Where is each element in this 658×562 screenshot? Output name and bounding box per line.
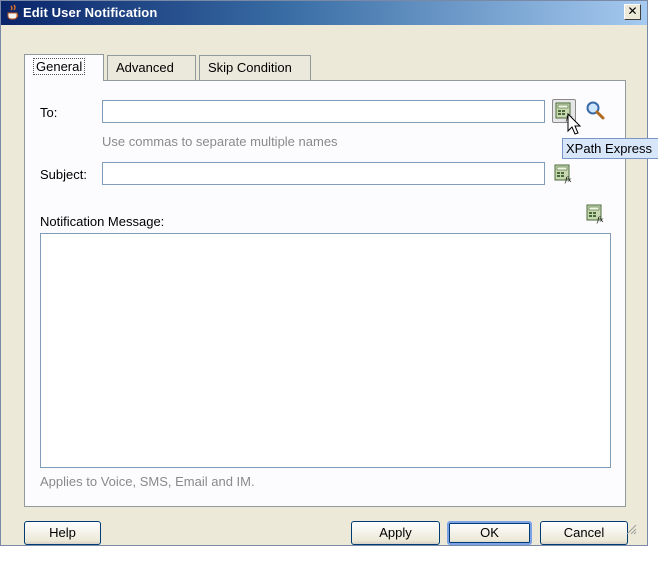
xpath-expression-icon: fx xyxy=(554,164,572,184)
dialog-title: Edit User Notification xyxy=(23,5,158,20)
notification-message-label: Notification Message: xyxy=(40,214,165,229)
to-search-button[interactable] xyxy=(584,99,608,123)
mouse-pointer-icon xyxy=(567,113,582,135)
resize-grip-icon[interactable] xyxy=(625,523,637,535)
edit-user-notification-dialog: Edit User Notification ✕ General Advance… xyxy=(0,0,658,546)
magnifier-icon xyxy=(586,101,605,120)
message-xpath-button[interactable]: fx xyxy=(584,202,608,226)
apply-button-label: Apply xyxy=(379,525,412,540)
svg-text:fx: fx xyxy=(564,176,572,184)
java-coffee-icon xyxy=(7,4,19,20)
subject-input[interactable] xyxy=(102,162,545,185)
help-button[interactable]: Help xyxy=(24,521,101,545)
subject-xpath-button[interactable]: fx xyxy=(552,162,576,186)
tab-skip-condition[interactable]: Skip Condition xyxy=(199,55,311,80)
close-button[interactable]: ✕ xyxy=(624,4,641,20)
to-hint: Use commas to separate multiple names xyxy=(102,134,338,149)
cancel-button[interactable]: Cancel xyxy=(540,521,628,545)
ok-button[interactable]: OK xyxy=(447,521,532,545)
close-icon: ✕ xyxy=(627,4,638,18)
tab-advanced[interactable]: Advanced xyxy=(107,55,196,80)
tab-general[interactable]: General xyxy=(24,54,104,81)
notification-message-textarea[interactable] xyxy=(40,233,611,468)
message-hint: Applies to Voice, SMS, Email and IM. xyxy=(40,474,255,489)
svg-text:fx: fx xyxy=(596,216,604,224)
tab-advanced-label: Advanced xyxy=(116,60,174,75)
tab-skip-condition-label: Skip Condition xyxy=(208,60,292,75)
subject-label: Subject: xyxy=(40,167,87,182)
tab-general-label: General xyxy=(33,58,86,75)
to-input[interactable] xyxy=(102,100,545,123)
help-button-label: Help xyxy=(49,525,76,540)
xpath-tooltip: XPath Express xyxy=(562,138,658,159)
cancel-button-label: Cancel xyxy=(563,525,605,540)
apply-button[interactable]: Apply xyxy=(351,521,440,545)
to-label: To: xyxy=(40,105,58,120)
ok-button-label: OK xyxy=(480,525,499,540)
xpath-expression-icon: fx xyxy=(586,204,604,224)
title-bar[interactable]: Edit User Notification ✕ xyxy=(1,1,647,25)
